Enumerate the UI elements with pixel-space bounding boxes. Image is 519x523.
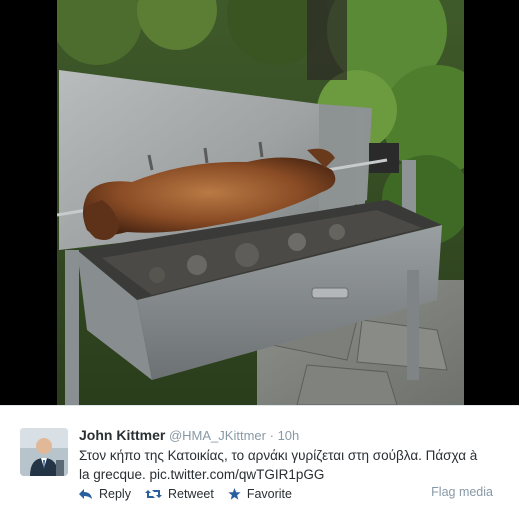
favorite-button[interactable]: Favorite (228, 487, 292, 501)
tweet-photo[interactable] (57, 0, 464, 405)
author-fullname[interactable]: John Kittmer (79, 427, 165, 443)
retweet-label: Retweet (167, 487, 214, 501)
author-username[interactable]: @HMA_JKittmer (169, 428, 266, 443)
tweet-card: John Kittmer @HMA_JKittmer · 10h Στον κή… (0, 405, 519, 523)
retweet-button[interactable]: Retweet (144, 487, 214, 501)
reply-label: Reply (99, 487, 131, 501)
tweet-text-line-2: la grecque. pic.twitter.com/qwTGIR1pGG (79, 467, 325, 482)
tweet-timestamp[interactable]: 10h (278, 428, 300, 443)
avatar-image (20, 428, 68, 476)
flag-media-link[interactable]: Flag media (431, 485, 493, 499)
tweet-actions: Reply Retweet Favorite (79, 487, 292, 501)
retweet-icon (144, 490, 162, 498)
avatar[interactable] (20, 428, 68, 476)
favorite-star-icon (228, 488, 241, 500)
reply-button[interactable]: Reply (79, 487, 131, 501)
reply-icon (79, 489, 92, 499)
tweet-text-line-1: Στον κήπο της Κατοικίας, το αρνάκι γυρίζ… (79, 448, 478, 463)
photo-lamb-on-spit (57, 0, 464, 405)
media-viewer (0, 0, 519, 405)
header-separator: · (269, 428, 274, 443)
tweet-header: John Kittmer @HMA_JKittmer · 10h (79, 427, 509, 444)
favorite-label: Favorite (246, 487, 292, 501)
